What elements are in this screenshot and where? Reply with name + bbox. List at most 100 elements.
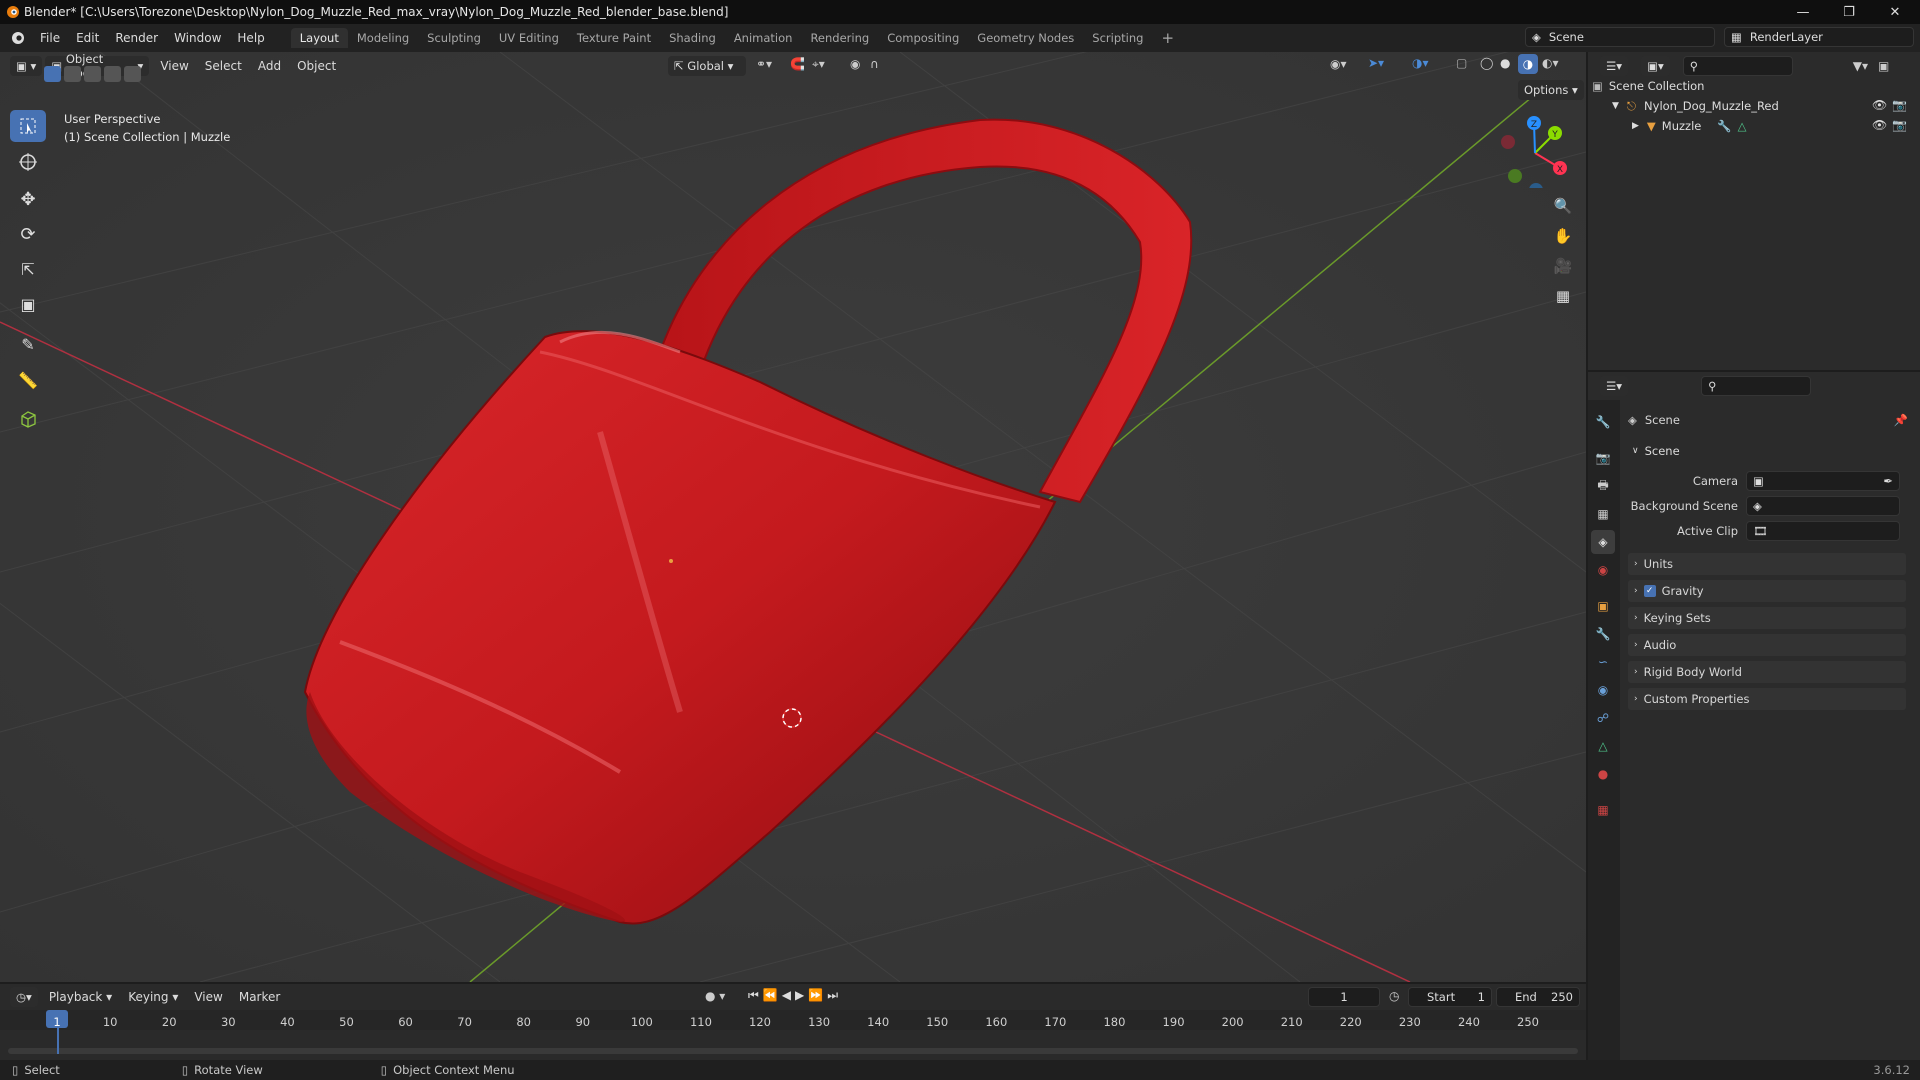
modifier-properties-icon[interactable]: 🔧 xyxy=(1591,622,1615,646)
tool-properties-icon[interactable]: 🔧 xyxy=(1591,410,1615,434)
tab-rendering[interactable]: Rendering xyxy=(801,28,878,48)
options-button[interactable]: Options ▾ xyxy=(1518,80,1584,100)
select-invert-icon[interactable] xyxy=(104,66,121,82)
proportional-edit-icon[interactable]: ◉ xyxy=(850,57,860,71)
solid-shading-icon[interactable]: ● xyxy=(1500,56,1510,70)
transform-orientation-selector[interactable]: ⇱ Global ▾ xyxy=(668,56,746,76)
next-keyframe-icon[interactable]: ⏩ xyxy=(808,988,827,1002)
new-collection-icon[interactable]: ▣ xyxy=(1878,59,1889,73)
visibility-icon[interactable]: ◉▾ xyxy=(1330,57,1347,71)
gravity-section[interactable]: › ✓ Gravity xyxy=(1628,580,1906,602)
tab-scripting[interactable]: Scripting xyxy=(1083,28,1152,48)
minimize-button[interactable]: — xyxy=(1780,0,1826,24)
filter-icon[interactable]: ▼▾ xyxy=(1853,59,1868,73)
prev-keyframe-icon[interactable]: ⏪ xyxy=(763,988,782,1002)
rotate-tool-icon[interactable]: ⟳ xyxy=(10,218,46,250)
viewport-menu-add[interactable]: Add xyxy=(250,59,289,73)
falloff-icon[interactable]: ∩ xyxy=(870,57,879,71)
pan-hand-icon[interactable]: ✋ xyxy=(1549,222,1577,250)
select-box-tool-icon[interactable] xyxy=(10,110,46,142)
timeline-editor-type-icon[interactable]: ◷▾ xyxy=(10,987,38,1007)
annotate-tool-icon[interactable]: ✎ xyxy=(10,328,46,360)
select-new-icon[interactable] xyxy=(44,66,61,82)
timeline-menu-view[interactable]: View xyxy=(186,990,230,1004)
play-reverse-icon[interactable]: ◀ xyxy=(782,988,795,1002)
scale-tool-icon[interactable]: ⇱ xyxy=(10,253,46,285)
tab-sculpting[interactable]: Sculpting xyxy=(418,28,490,48)
start-frame-field[interactable]: Start 1 xyxy=(1408,987,1492,1007)
menu-help[interactable]: Help xyxy=(229,31,272,45)
rigid-body-world-section[interactable]: › Rigid Body World xyxy=(1628,661,1906,683)
world-properties-icon[interactable]: ◉ xyxy=(1591,558,1615,582)
custom-properties-section[interactable]: › Custom Properties xyxy=(1628,688,1906,710)
tab-layout[interactable]: Layout xyxy=(290,28,348,48)
auto-keying-icon[interactable]: ● ▾ xyxy=(705,989,725,1003)
tab-modeling[interactable]: Modeling xyxy=(348,28,418,48)
render-properties-icon[interactable]: 📷 xyxy=(1591,446,1615,470)
render-camera-icon[interactable]: 📷 xyxy=(1892,98,1907,112)
visibility-eye-icon[interactable]: 👁 xyxy=(1872,98,1887,112)
blender-menu-icon[interactable] xyxy=(10,30,26,46)
close-button[interactable]: ✕ xyxy=(1872,0,1918,24)
audio-section[interactable]: › Audio xyxy=(1628,634,1906,656)
outliner-row-muzzle[interactable]: ▶ ▼ Muzzle 🔧 △ xyxy=(1632,116,1747,136)
perspective-toggle-icon[interactable]: ▦ xyxy=(1549,282,1577,310)
timeline-menu-playback[interactable]: Playback ▾ xyxy=(41,990,120,1004)
maximize-button[interactable]: ❐ xyxy=(1826,0,1872,24)
expand-arrow-icon[interactable]: ▼ xyxy=(1612,101,1619,111)
menu-edit[interactable]: Edit xyxy=(68,31,107,45)
units-section[interactable]: › Units xyxy=(1628,553,1906,575)
select-intersect-icon[interactable] xyxy=(124,66,141,82)
scene-section-header[interactable]: ∨ Scene xyxy=(1628,440,1906,462)
output-properties-icon[interactable]: 🖶 xyxy=(1591,474,1615,498)
mesh-data-icon[interactable]: △ xyxy=(1738,119,1747,133)
view-layer-properties-icon[interactable]: ▦ xyxy=(1591,502,1615,526)
3d-viewport[interactable]: ▣ ▾ ▣ Object Mode ▾ View Select Add Obje… xyxy=(0,52,1586,982)
menu-render[interactable]: Render xyxy=(107,31,166,45)
rendered-shading-icon[interactable]: ◐▾ xyxy=(1542,56,1559,70)
preview-range-icon[interactable]: ◷ xyxy=(1389,989,1399,1003)
timeline-scrollbar[interactable] xyxy=(8,1048,1578,1054)
properties-search-input[interactable]: ⚲ xyxy=(1701,376,1812,396)
add-workspace-icon[interactable]: + xyxy=(1152,26,1183,50)
keying-sets-section[interactable]: › Keying Sets xyxy=(1628,607,1906,629)
modifier-icon[interactable]: 🔧 xyxy=(1717,119,1731,133)
jump-start-icon[interactable]: ⏮ xyxy=(748,988,763,1002)
gizmo-toggle-icon[interactable]: ➤▾ xyxy=(1368,56,1384,70)
render-camera-icon[interactable]: 📷 xyxy=(1892,118,1907,132)
tab-texture-paint[interactable]: Texture Paint xyxy=(568,28,660,48)
timeline-menu-keying[interactable]: Keying ▾ xyxy=(120,990,186,1004)
scene-selector[interactable]: ◈ Scene xyxy=(1525,27,1715,47)
measure-tool-icon[interactable]: 📏 xyxy=(10,364,46,396)
object-properties-icon[interactable]: ▣ xyxy=(1591,594,1615,618)
gravity-checkbox[interactable]: ✓ xyxy=(1643,585,1656,597)
display-mode-icon[interactable]: ▣▾ xyxy=(1641,56,1670,76)
overlay-toggle-icon[interactable]: ◑▾ xyxy=(1412,56,1429,70)
transform-tool-icon[interactable]: ▣ xyxy=(10,288,46,320)
properties-editor-type-icon[interactable]: ☰▾ xyxy=(1600,376,1629,396)
tab-geometry-nodes[interactable]: Geometry Nodes xyxy=(968,28,1083,48)
snap-target-icon[interactable]: ⌖▾ xyxy=(812,57,825,72)
camera-field[interactable]: ▣ ✒ xyxy=(1746,471,1900,491)
physics-properties-icon[interactable]: ◉ xyxy=(1591,678,1615,702)
end-frame-field[interactable]: End 250 xyxy=(1496,987,1580,1007)
outliner-row-scene-collection[interactable]: ▣ Scene Collection xyxy=(1592,76,1704,96)
xray-toggle-icon[interactable]: ▢ xyxy=(1456,56,1467,70)
data-properties-icon[interactable]: △ xyxy=(1591,734,1615,758)
pin-icon[interactable]: 📌 xyxy=(1894,413,1908,427)
particles-properties-icon[interactable]: ∽ xyxy=(1591,650,1615,674)
texture-properties-icon[interactable]: ▦ xyxy=(1591,798,1615,822)
zoom-icon[interactable]: 🔍 xyxy=(1549,192,1577,220)
cursor-tool-icon[interactable] xyxy=(10,146,46,178)
wireframe-shading-icon[interactable]: ◯ xyxy=(1480,56,1493,70)
snap-icon[interactable]: 🧲 xyxy=(790,57,805,71)
tab-shading[interactable]: Shading xyxy=(660,28,725,48)
viewport-menu-select[interactable]: Select xyxy=(197,59,250,73)
menu-file[interactable]: File xyxy=(32,31,68,45)
pivot-point-icon[interactable]: ⚭▾ xyxy=(756,57,772,71)
viewport-menu-view[interactable]: View xyxy=(152,59,196,73)
outliner-editor-type-icon[interactable]: ☰▾ xyxy=(1600,56,1629,76)
viewport-menu-object[interactable]: Object xyxy=(289,59,344,73)
add-cube-tool-icon[interactable] xyxy=(10,403,46,435)
navigation-gizmo[interactable]: X Y Z xyxy=(1490,108,1570,188)
